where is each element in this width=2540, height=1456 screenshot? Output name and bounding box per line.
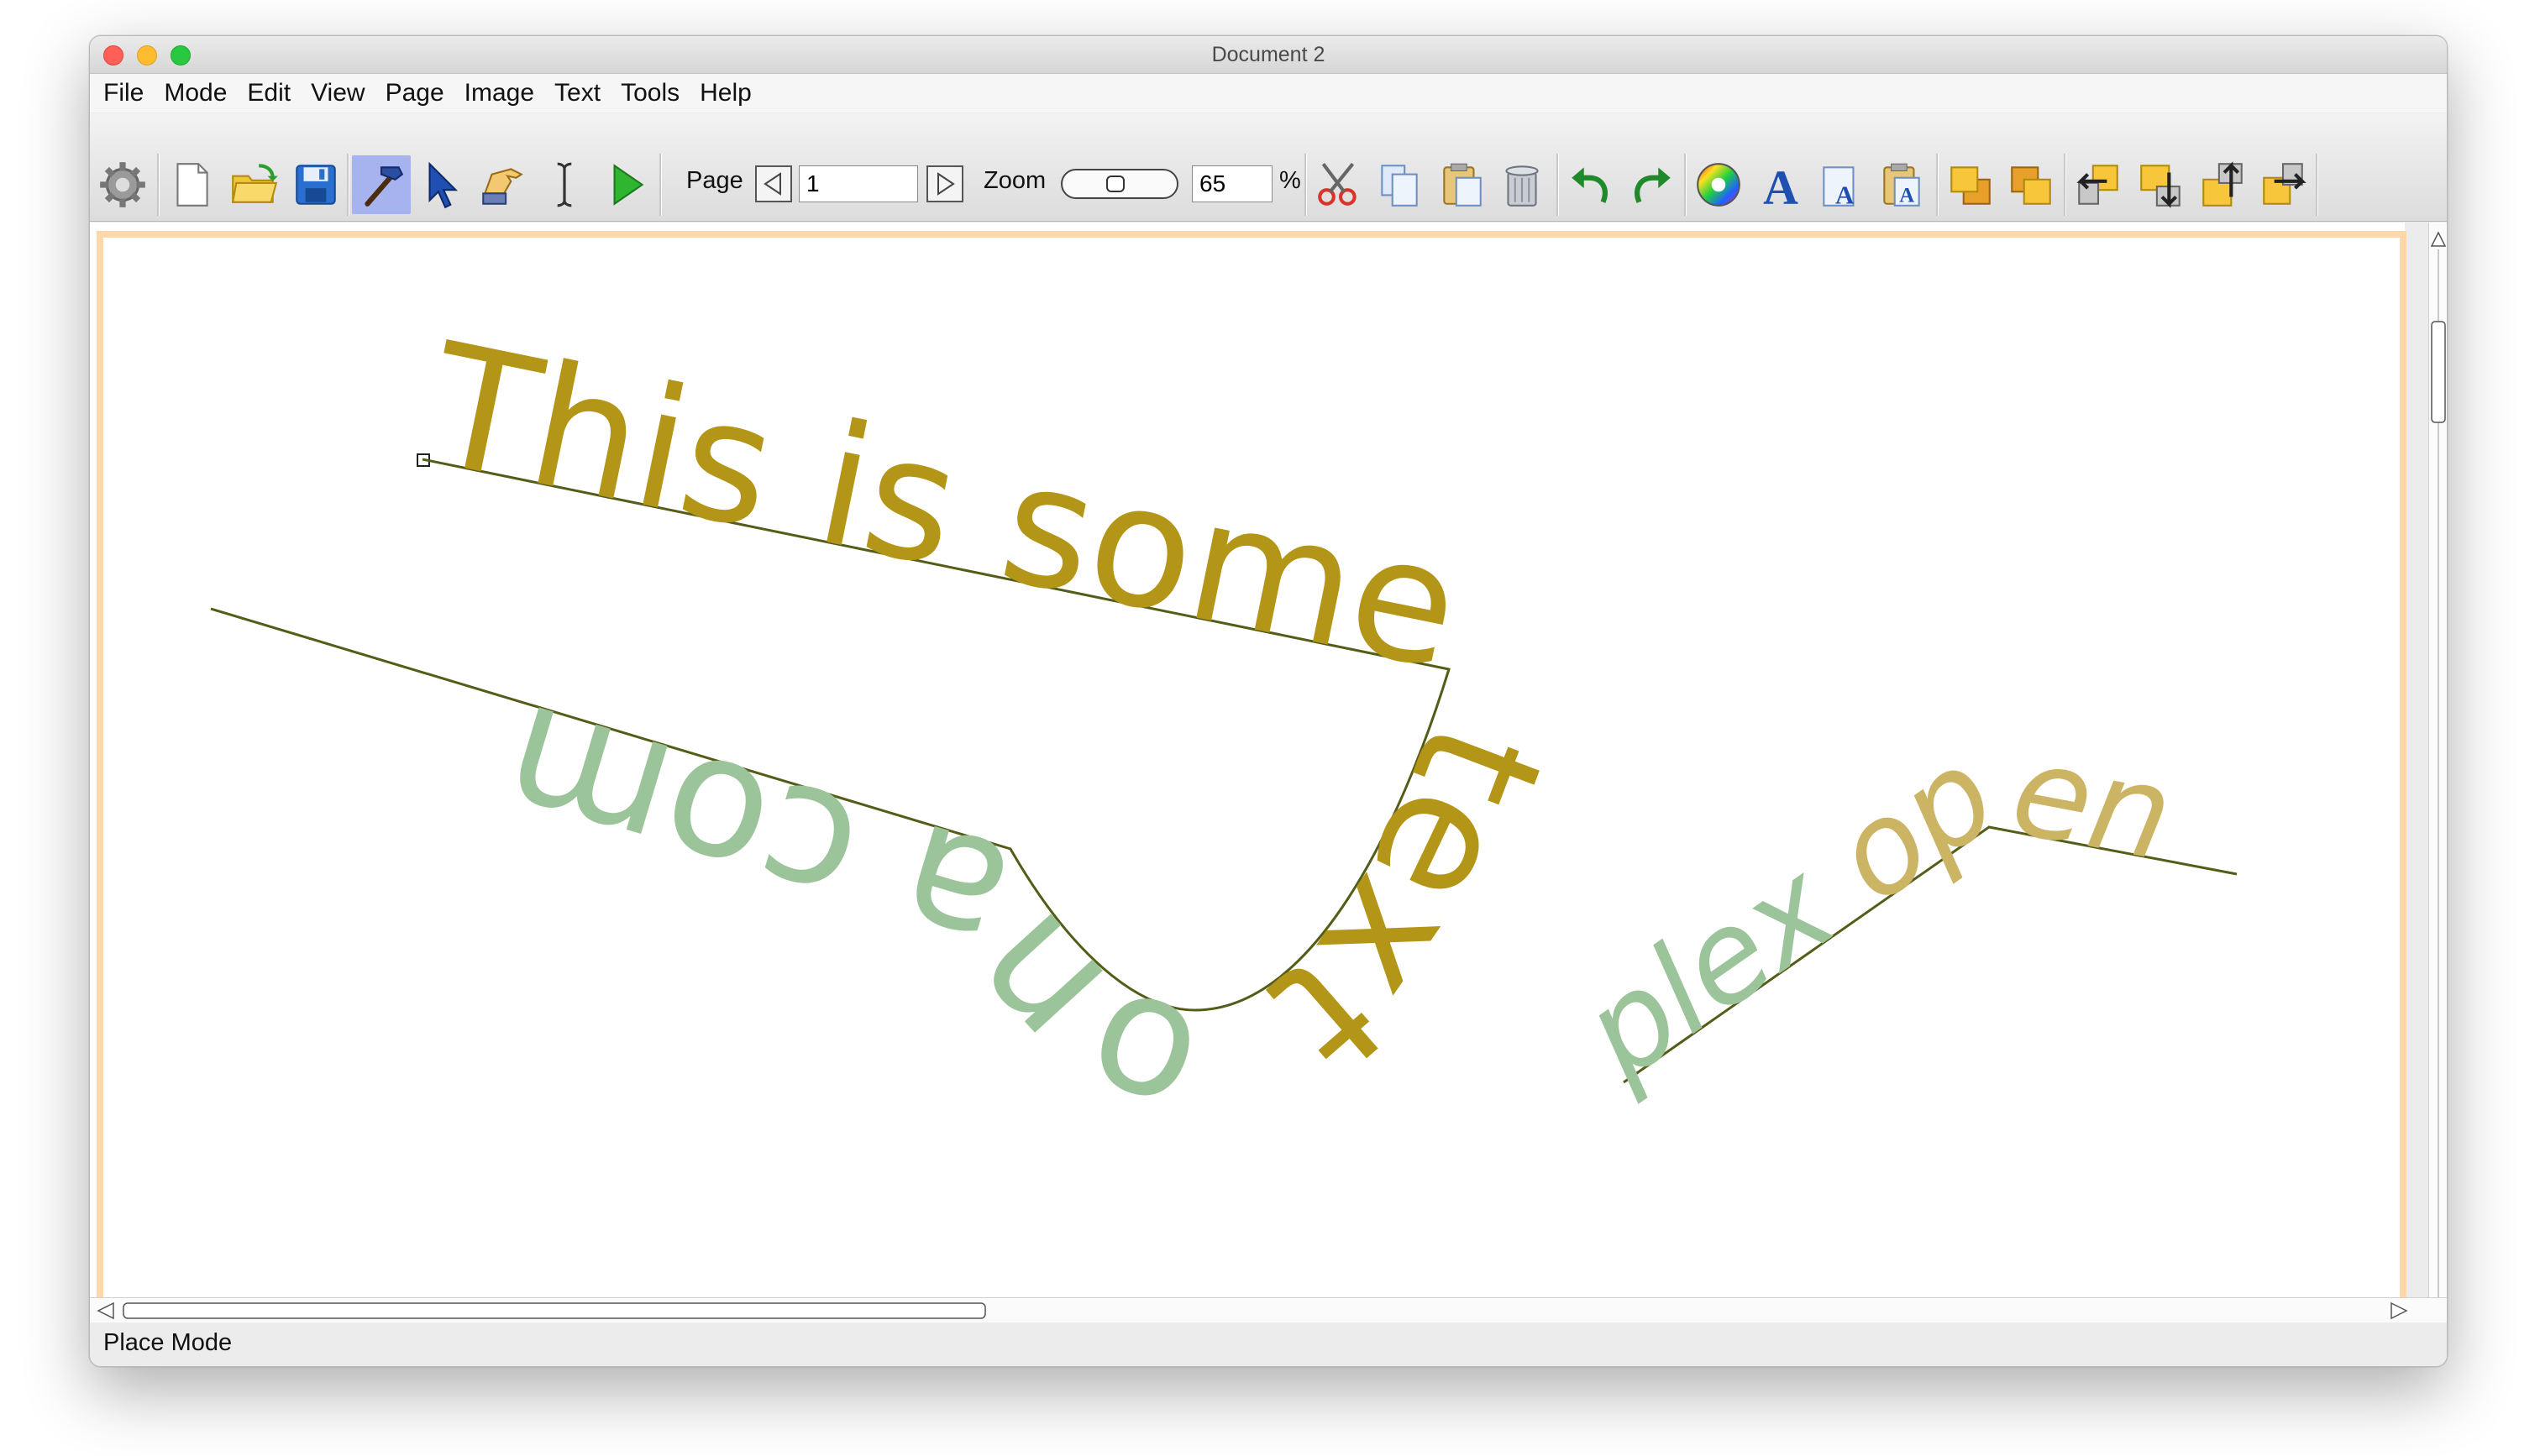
move-up-icon[interactable] [2193, 155, 2252, 214]
toolbar: Page Zoom % [90, 113, 2447, 222]
open-folder-icon[interactable] [224, 155, 283, 214]
menu-view[interactable]: View [301, 74, 375, 113]
menu-image[interactable]: Image [454, 74, 544, 113]
redo-icon[interactable] [1622, 155, 1681, 214]
text-style-icon[interactable]: A [1812, 155, 1871, 214]
menu-bar: File Mode Edit View Page Image Text Tools Help [90, 74, 2447, 113]
path-text-gold[interactable]: This is some text on a com [413, 307, 1598, 1168]
menu-tools[interactable]: Tools [611, 74, 690, 113]
undo-icon[interactable] [1561, 155, 1620, 214]
menu-page[interactable]: Page [375, 74, 454, 113]
move-right-icon[interactable] [2254, 155, 2312, 214]
save-icon[interactable] [286, 155, 345, 214]
select-arrow-icon[interactable] [412, 155, 471, 214]
paste-text-style-icon[interactable]: A [1872, 155, 1931, 214]
svg-text:A: A [1763, 160, 1798, 211]
move-left-icon[interactable] [2069, 155, 2128, 214]
bring-to-front-icon[interactable] [1941, 155, 2000, 214]
menu-file[interactable]: File [90, 74, 154, 113]
zoom-unit: % [1279, 167, 1301, 194]
hand-pan-icon[interactable] [473, 155, 532, 214]
page-number-input[interactable] [799, 165, 918, 202]
menu-mode[interactable]: Mode [154, 74, 237, 113]
title-bar: Document 2 [90, 36, 2447, 74]
vertical-scrollbar[interactable] [2428, 223, 2447, 1334]
page-label: Page [686, 167, 743, 194]
delete-trash-icon[interactable] [1493, 155, 1551, 214]
place-tool-hammer-icon[interactable] [352, 155, 411, 214]
color-wheel-icon[interactable] [1689, 155, 1748, 214]
next-page-button[interactable] [926, 165, 963, 202]
svg-text:A: A [1899, 185, 1914, 207]
status-bar [90, 1322, 2447, 1366]
document-canvas[interactable]: This is some text on a com plex open pat… [90, 223, 2406, 1334]
paste-clipboard-icon[interactable] [1432, 155, 1491, 214]
run-play-icon[interactable] [597, 155, 656, 214]
text-cursor-icon[interactable] [535, 155, 594, 214]
previous-page-button[interactable] [755, 165, 792, 202]
zoom-slider-knob[interactable] [1106, 175, 1125, 192]
move-down-icon[interactable] [2131, 155, 2190, 214]
copy-icon[interactable] [1370, 155, 1429, 214]
svg-text:A: A [1835, 181, 1855, 210]
path-text-drawing[interactable]: This is some text on a com plex open pat… [103, 238, 2400, 1319]
horizontal-scrollbar[interactable] [90, 1297, 2447, 1323]
zoom-label: Zoom [984, 167, 1047, 194]
font-letter-icon[interactable]: A [1751, 155, 1810, 214]
settings-gear-icon[interactable] [93, 155, 152, 214]
menu-help[interactable]: Help [690, 74, 762, 113]
menu-text[interactable]: Text [544, 74, 611, 113]
status-mode-text: Place Mode [103, 1329, 233, 1356]
send-to-back-icon[interactable] [2002, 155, 2060, 214]
document-page[interactable]: This is some text on a com plex open pat… [97, 231, 2406, 1326]
window-title: Document 2 [1211, 43, 1325, 66]
cut-scissors-icon[interactable] [1309, 155, 1368, 214]
menu-edit[interactable]: Edit [237, 74, 301, 113]
zoom-percent-input[interactable] [1192, 165, 1273, 202]
app-window: Document 2 File Mode Edit View Page Image Text… [89, 35, 2448, 1367]
new-document-icon[interactable] [162, 155, 221, 214]
zoom-slider[interactable] [1061, 169, 1178, 199]
